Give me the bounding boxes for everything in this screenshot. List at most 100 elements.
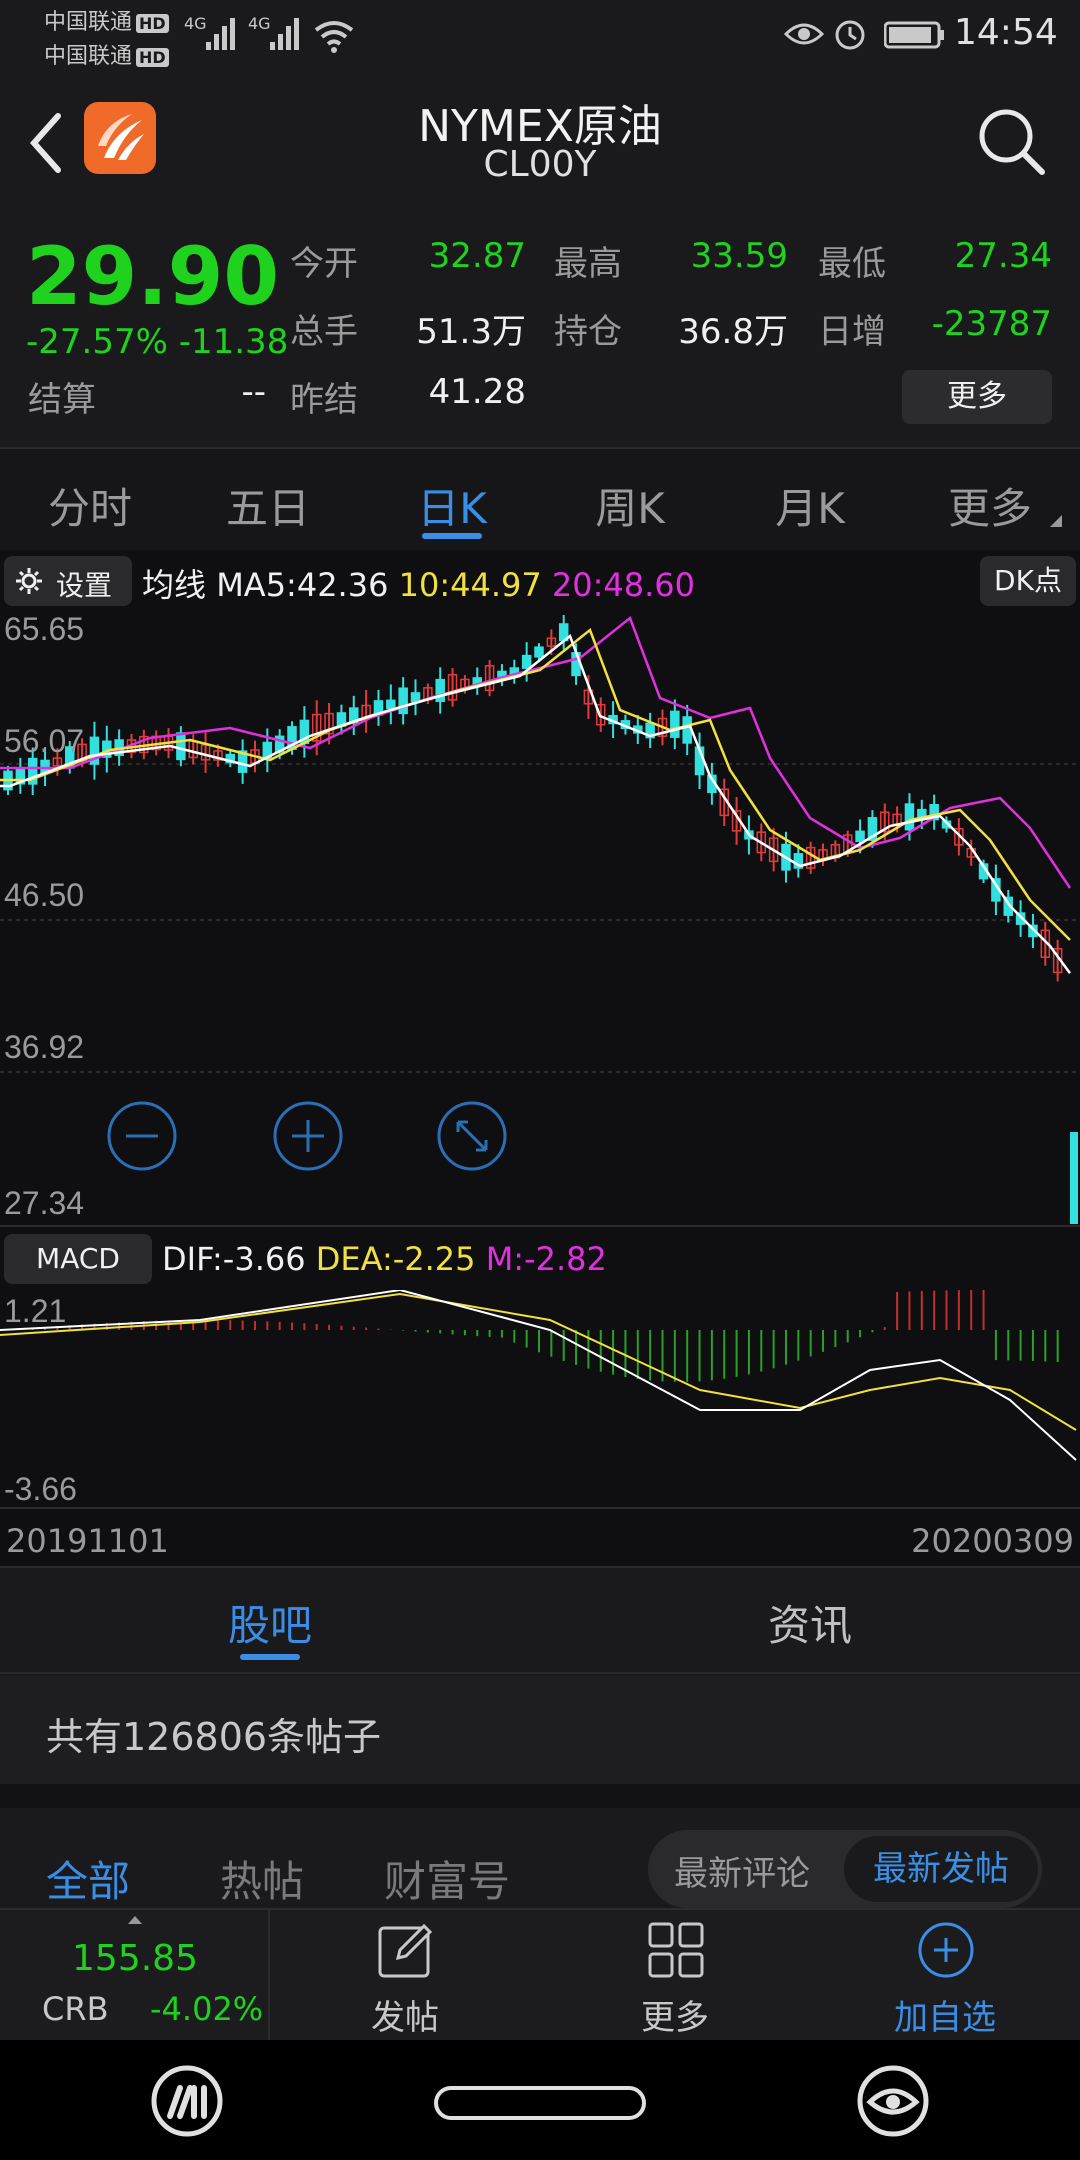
daily-inc-value: -23787	[931, 304, 1052, 344]
low-value: 27.34	[954, 236, 1052, 276]
dif-line	[0, 1290, 1077, 1461]
daily-inc-label: 日增	[818, 312, 886, 352]
candle	[398, 687, 408, 715]
index-name: CRB	[42, 1990, 109, 2028]
candle	[904, 803, 915, 831]
ma10-line	[0, 627, 1071, 941]
volume-value: 51.3万	[416, 312, 526, 352]
signal-icon	[270, 18, 299, 50]
settle-value: --	[241, 372, 266, 412]
fullscreen-button[interactable]	[437, 1101, 507, 1171]
macd-button[interactable]: MACD	[4, 1234, 152, 1284]
candle	[534, 646, 544, 658]
zoom-in-button[interactable]	[273, 1101, 343, 1171]
dk-point-button[interactable]: DK点	[980, 556, 1076, 606]
post-label: 发帖	[371, 1998, 439, 2038]
price-change: -27.57% -11.38	[26, 322, 289, 362]
app-switch-icon[interactable]	[150, 2064, 224, 2138]
signal-icon	[206, 18, 235, 50]
ma5-value: MA5:42.36	[216, 566, 389, 604]
more-label: 更多	[641, 1998, 709, 2038]
battery-icon	[884, 21, 944, 49]
tab-guba[interactable]: 股吧	[160, 1592, 380, 1653]
low-label: 最低	[818, 244, 886, 284]
tab-news[interactable]: 资讯	[700, 1592, 920, 1653]
end-date: 20200309	[911, 1522, 1074, 1560]
ma10-value: 10:44.97	[398, 566, 542, 604]
candle	[682, 716, 692, 744]
y-axis-label: 65.65	[4, 612, 84, 647]
page-subtitle: CL00Y	[483, 144, 597, 185]
settings-label: 设置	[56, 569, 113, 602]
macd-chart[interactable]: 1.21 -3.66	[0, 1290, 1080, 1510]
tab-weekly-k[interactable]: 周K	[560, 475, 700, 536]
alarm-icon	[835, 20, 865, 50]
more-quote-button[interactable]: 更多	[902, 370, 1052, 424]
chart-toolbar: 设置 均线 MA5:42.36 10:44.97 20:48.60 DK点	[0, 552, 1080, 610]
plus-icon	[292, 1120, 324, 1152]
ma20-value: 20:48.60	[551, 566, 695, 604]
carrier-1: 中国联通 HD	[44, 4, 169, 36]
candle	[410, 692, 421, 703]
high-value: 33.59	[690, 236, 788, 276]
sort-latest-comment[interactable]: 最新评论	[674, 1846, 810, 1895]
settle-label: 结算	[28, 380, 96, 420]
start-date: 20191101	[6, 1522, 169, 1560]
high-label: 最高	[554, 244, 622, 284]
filter-hot[interactable]: 热帖	[220, 1848, 304, 1909]
open-value: 32.87	[428, 236, 526, 276]
index-ticker[interactable]: 155.85 CRB -4.02%	[0, 1910, 270, 2040]
edit-icon	[378, 1923, 433, 1978]
filter-all[interactable]: 全部	[46, 1848, 130, 1909]
zoom-out-button[interactable]	[107, 1101, 177, 1171]
y-axis-label: 27.34	[4, 1185, 84, 1221]
status-bar: 中国联通 HD 中国联通 HD 4G 4G 14:54	[0, 0, 1080, 72]
macd-axis-bottom: -3.66	[4, 1471, 77, 1507]
macd-toolbar: MACD DIF:-3.66 DEA:-2.25 M:-2.82	[0, 1230, 1080, 1288]
app-header: NYMEX原油 CL00Y	[0, 72, 1080, 222]
active-tab-indicator	[422, 533, 482, 539]
caret-up-icon	[128, 1916, 142, 1924]
grid-icon	[648, 1922, 704, 1978]
back-icon[interactable]	[24, 108, 68, 178]
add-watchlist-button[interactable]: 加自选	[860, 1910, 1030, 2040]
index-change: -4.02%	[150, 1990, 264, 2028]
section-divider	[0, 1784, 1080, 1808]
wifi-icon	[314, 21, 354, 53]
candlestick-chart[interactable]: 65.65 56.07 46.50 36.92 27.34	[0, 612, 1080, 1228]
chart-settings-button[interactable]: 设置	[4, 556, 132, 606]
post-button[interactable]: 发帖	[320, 1910, 490, 2040]
more-button[interactable]: 更多	[590, 1910, 760, 2040]
community-tabs: 股吧 资讯	[0, 1568, 1080, 1674]
candle	[670, 710, 680, 738]
macd-bars	[19, 1290, 1059, 1382]
tab-daily-k[interactable]: 日K	[382, 475, 522, 536]
app-logo[interactable]	[84, 102, 156, 174]
add-circle-icon	[918, 1922, 974, 1978]
sort-latest-post[interactable]: 最新发帖	[844, 1836, 1038, 1902]
post-count-bar: 共有126806条帖子	[0, 1676, 1080, 1784]
macd-axis-top: 1.21	[4, 1293, 66, 1329]
prev-settle-label: 昨结	[290, 380, 358, 420]
search-icon[interactable]	[976, 106, 1048, 178]
filter-wealth[interactable]: 财富号	[384, 1848, 510, 1909]
tab-intraday[interactable]: 分时	[20, 475, 160, 536]
home-pill[interactable]	[434, 2086, 646, 2120]
tab-more[interactable]: 更多	[920, 475, 1060, 536]
position-value: 36.8万	[678, 312, 788, 352]
system-nav-bar	[0, 2040, 1080, 2160]
dea-value: DEA:-2.25	[315, 1240, 476, 1278]
m-value: M:-2.82	[485, 1240, 607, 1278]
expand-icon	[456, 1120, 488, 1152]
eye-nav-icon[interactable]	[856, 2064, 930, 2138]
date-range: 20191101 20200309	[0, 1512, 1080, 1568]
quote-panel: 29.90 -27.57% -11.38 结算 -- 今开 32.87 最高 3…	[0, 222, 1080, 447]
y-axis-label: 56.07	[4, 723, 84, 759]
grid-lines	[0, 763, 1080, 1227]
dropdown-corner-icon	[1050, 515, 1062, 527]
candle	[386, 699, 396, 710]
tab-monthly-k[interactable]: 月K	[740, 475, 880, 536]
index-value: 155.85	[72, 1938, 198, 1979]
tab-five-day[interactable]: 五日	[198, 475, 338, 536]
y-axis-label: 46.50	[4, 877, 84, 913]
